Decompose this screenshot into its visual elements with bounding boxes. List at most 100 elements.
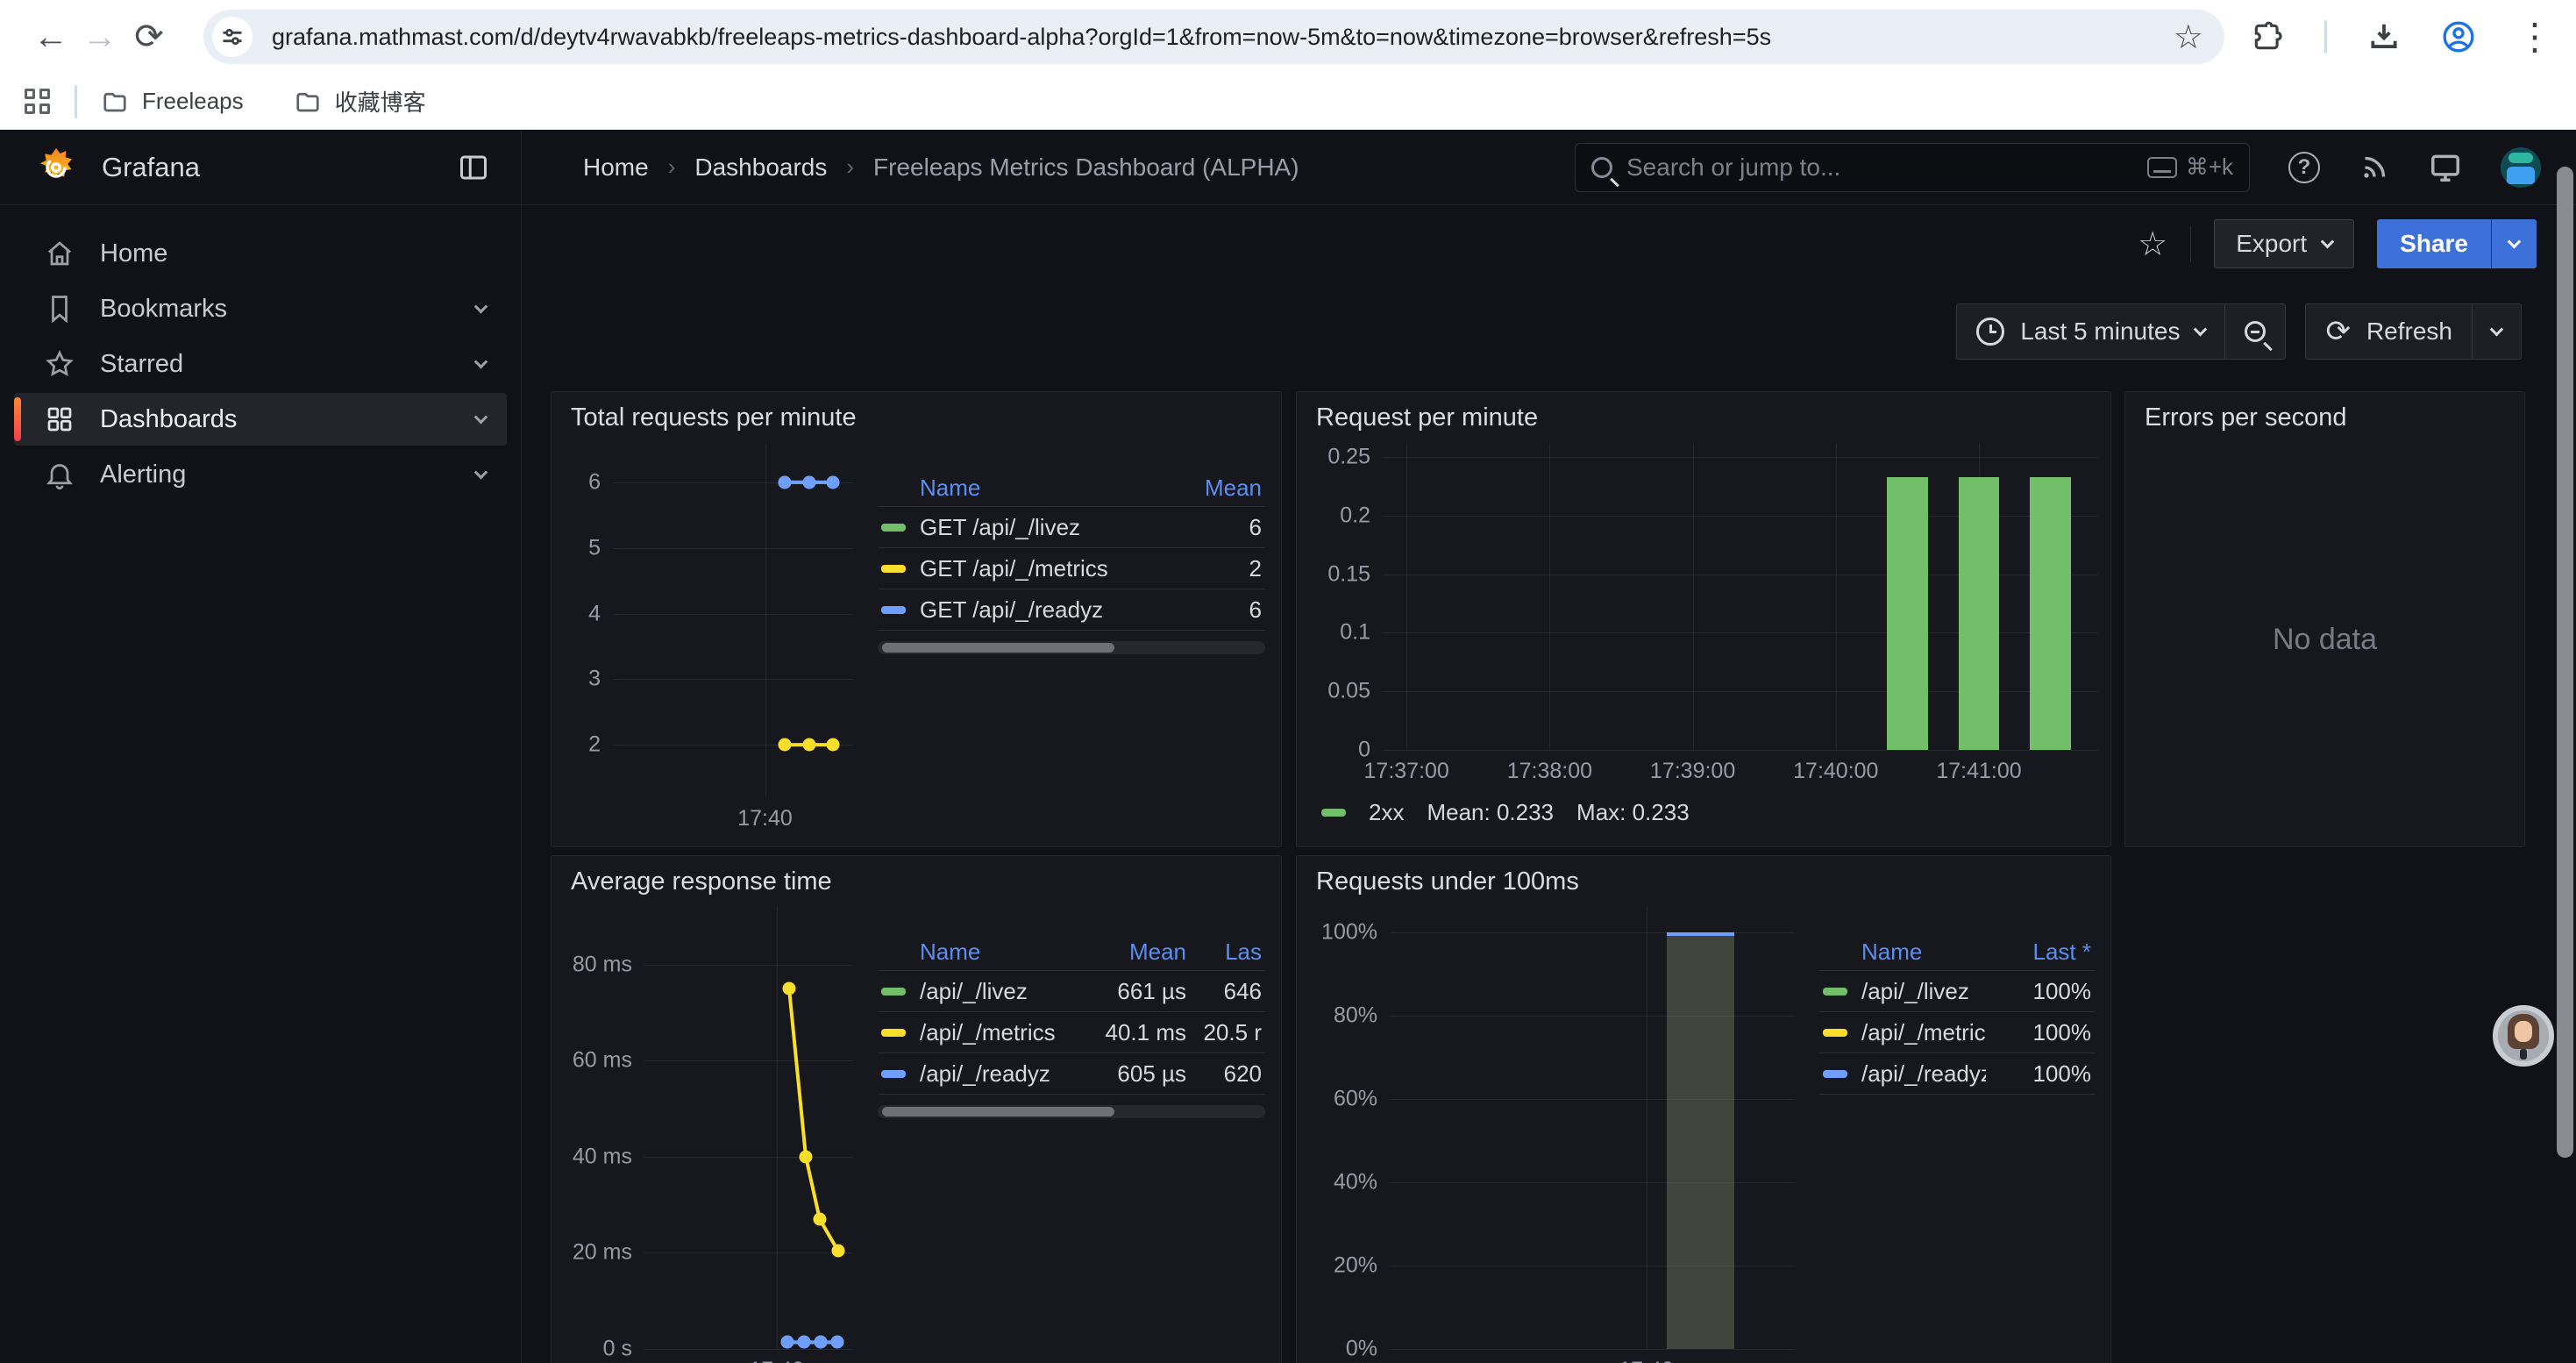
legend-row[interactable]: GET /api/_/livez6 [878,506,1265,547]
legend-column-header[interactable]: Mean [1081,938,1186,966]
rss-icon[interactable] [2359,152,2390,183]
sidebar-item-label: Home [100,239,167,268]
floating-assistant-avatar[interactable] [2493,1005,2554,1067]
bar [1959,477,1999,750]
legend-column-header[interactable]: Name [920,938,1081,966]
star-icon [44,348,75,380]
series-swatch [881,1070,906,1078]
breadcrumb-dashboards[interactable]: Dashboards [694,153,827,182]
breadcrumb-home[interactable]: Home [583,153,649,182]
legend-column-header[interactable]: Name [1861,938,1986,966]
timeseries-chart[interactable]: 80 ms60 ms40 ms20 ms0 s 17:40 [564,907,853,1363]
legend-row[interactable]: /api/_/livez661 µs646 [878,970,1265,1011]
sidebar-toggle-icon[interactable] [458,152,489,183]
legend-column-header[interactable]: Name [920,475,1156,502]
legend-value: 6 [1156,514,1262,541]
series-mean: Mean: 0.233 [1427,799,1554,826]
chevron-down-icon[interactable] [474,299,488,313]
zoom-out-icon [2245,321,2266,342]
panel-title[interactable]: Request per minute [1297,392,2110,443]
time-range-picker[interactable]: Last 5 minutes [1957,304,2224,359]
grafana-logo-icon[interactable] [35,146,77,189]
share-dropdown-button[interactable] [2491,219,2537,268]
legend-column-header[interactable]: Last * [1986,938,2091,966]
legend-column-header[interactable]: Las [1186,938,1262,966]
share-button[interactable]: Share [2377,219,2537,268]
extensions-icon[interactable] [2251,20,2284,54]
help-icon[interactable]: ? [2288,152,2320,183]
y-axis-tick-label: 20% [1334,1252,1377,1278]
back-icon[interactable]: ← [26,18,75,57]
browser-menu-icon[interactable]: ⋮ [2516,18,2553,55]
legend-value: 620 [1186,1060,1262,1088]
user-avatar[interactable] [2501,147,2541,188]
series-swatch [881,524,906,532]
legend-row[interactable]: /api/_/metrics40.1 ms20.5 r [878,1011,1265,1053]
site-settings-icon[interactable] [212,17,253,57]
legend-scrollbar[interactable] [878,1105,1265,1118]
legend-row[interactable]: GET /api/_/metrics2 [878,547,1265,589]
browser-toolbar: ← → ⟳ grafana.mathmast.com/d/deytv4rwava… [0,0,2576,74]
legend-row[interactable]: /api/_/readyz605 µs620 [878,1053,1265,1094]
apps-grid-icon[interactable] [25,89,50,114]
y-axis-tick-label: 100% [1321,919,1377,945]
legend-row[interactable]: /api/_/metrics100% [1819,1011,2095,1053]
profile-icon[interactable] [2441,19,2476,54]
scrollbar-thumb[interactable] [2557,167,2573,1158]
sidebar-item-bookmarks[interactable]: Bookmarks [14,282,507,335]
bell-icon [44,459,75,490]
timeseries-chart[interactable]: 65432 17:40 [564,443,853,836]
legend-row[interactable]: /api/_/livez100% [1819,970,2095,1011]
bookmark-folder-freeleaps[interactable]: Freeleaps [102,88,244,115]
chevron-down-icon[interactable] [474,465,488,479]
favorite-star-icon[interactable]: ☆ [2138,225,2167,264]
y-axis-tick-label: 5 [588,535,601,560]
data-point [779,475,792,489]
area-chart[interactable]: 100%80%60%40%20%0% 17:40 [1309,907,1795,1363]
y-axis-tick-label: 3 [588,667,601,692]
monitor-icon[interactable] [2429,151,2462,184]
app-body: Home Bookmarks Starred [0,205,2576,1363]
legend-header-row: NameMean [878,469,1265,506]
legend-series-name: GET /api/_/livez [920,514,1156,541]
legend-series-name: /api/_/livez [920,978,1081,1005]
legend[interactable]: 2xx Mean: 0.233 Max: 0.233 [1309,789,2098,836]
url-bar[interactable]: grafana.mathmast.com/d/deytv4rwavabkb/fr… [203,10,2224,64]
sidebar-item-alerting[interactable]: Alerting [14,448,507,501]
bar-chart[interactable]: 0.250.20.150.10.050 17:37:0017:38:0017:3… [1309,443,2098,789]
page-scrollbar[interactable] [2557,132,2573,1363]
sidebar-item-home[interactable]: Home [14,227,507,280]
y-axis-tick-label: 2 [588,732,601,758]
y-axis-tick-label: 0.15 [1327,561,1370,587]
search-box[interactable]: ⌘+k [1575,143,2250,192]
export-button[interactable]: Export [2214,219,2354,268]
y-axis-tick-label: 60 ms [573,1048,632,1074]
bookmark-star-icon[interactable]: ☆ [2174,18,2203,57]
forward-icon[interactable]: → [75,18,125,57]
search-input[interactable] [1626,153,2147,182]
zoom-out-button[interactable] [2224,304,2285,359]
legend-row[interactable]: GET /api/_/readyz6 [878,589,1265,630]
reload-icon[interactable]: ⟳ [125,17,174,57]
legend-scrollbar[interactable] [878,641,1265,654]
legend-scrollbar-thumb[interactable] [882,1107,1114,1117]
download-icon[interactable] [2367,20,2401,54]
data-point [802,475,815,489]
panel-title[interactable]: Average response time [551,856,1281,907]
bookmark-folder-blogs[interactable]: 收藏博客 [295,85,426,118]
legend-row[interactable]: /api/_/readyz100% [1819,1053,2095,1094]
sidebar-item-dashboards[interactable]: Dashboards [14,393,507,446]
sidebar-item-starred[interactable]: Starred [14,338,507,390]
chevron-down-icon[interactable] [474,410,488,424]
panel-title[interactable]: Requests under 100ms [1297,856,2110,907]
panel-title[interactable]: Total requests per minute [551,392,1281,443]
legend-scrollbar-thumb[interactable] [882,643,1114,653]
chevron-down-icon[interactable] [474,354,488,368]
legend-series-name: /api/_/readyz [920,1060,1081,1088]
legend-column-header[interactable]: Mean [1156,475,1262,502]
refresh-button[interactable]: ⟳ Refresh [2306,304,2472,359]
x-axis-tick-label: 17:41:00 [1936,759,2021,784]
refresh-interval-dropdown[interactable] [2472,304,2521,359]
panel-title[interactable]: Errors per second [2125,392,2524,443]
share-button-label[interactable]: Share [2377,219,2491,268]
